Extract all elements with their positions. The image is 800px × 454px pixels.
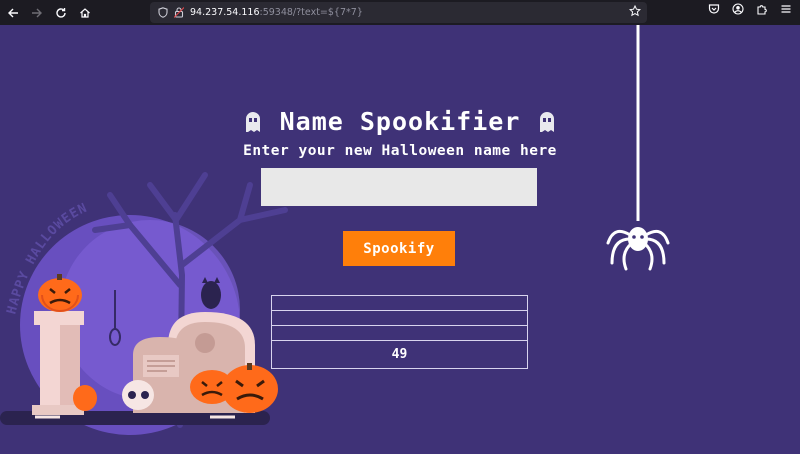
toolbar-right (706, 3, 794, 18)
result-cell: 49 (271, 340, 528, 369)
table-row (271, 325, 528, 341)
page-content: HAPPY HALLOWEEN Name Spookifier Enter yo… (0, 25, 800, 454)
table-row (271, 295, 528, 311)
star-icon[interactable] (628, 4, 642, 20)
url-host: 94.237.54.116 (190, 7, 260, 18)
ghost-icon (540, 111, 555, 132)
account-icon[interactable] (730, 3, 746, 18)
pocket-icon[interactable] (706, 3, 722, 18)
page-title-text: Name Spookifier (279, 107, 521, 136)
home-icon (80, 7, 90, 18)
browser-toolbar: 94.237.54.116:59348/?text=${7*7} (0, 0, 800, 25)
halloween-name-input[interactable] (261, 168, 537, 206)
arrow-right-icon (32, 8, 42, 17)
result-cell (271, 310, 528, 326)
back-button[interactable] (2, 2, 24, 24)
page-title: Name Spookifier (0, 107, 800, 136)
result-cell (271, 295, 528, 311)
table-row (271, 310, 528, 326)
insecure-lock-icon[interactable] (174, 7, 184, 18)
forward-button[interactable] (26, 2, 48, 24)
url-path: :59348/?text=${7*7} (259, 7, 363, 18)
extensions-icon[interactable] (754, 3, 770, 18)
spookify-button[interactable]: Spookify (343, 231, 455, 266)
reload-icon (56, 7, 66, 18)
url-bar[interactable]: 94.237.54.116:59348/?text=${7*7} (150, 2, 647, 23)
page-subtitle: Enter your new Halloween name here (243, 143, 557, 159)
hamburger-menu-icon[interactable] (778, 3, 794, 18)
result-cell (271, 325, 528, 341)
home-button[interactable] (74, 2, 96, 24)
results-table: 49 (271, 295, 528, 369)
shield-icon[interactable] (158, 7, 168, 18)
table-row: 49 (271, 340, 528, 369)
ghost-icon (245, 111, 260, 132)
arrow-left-icon (8, 8, 18, 17)
reload-button[interactable] (50, 2, 72, 24)
